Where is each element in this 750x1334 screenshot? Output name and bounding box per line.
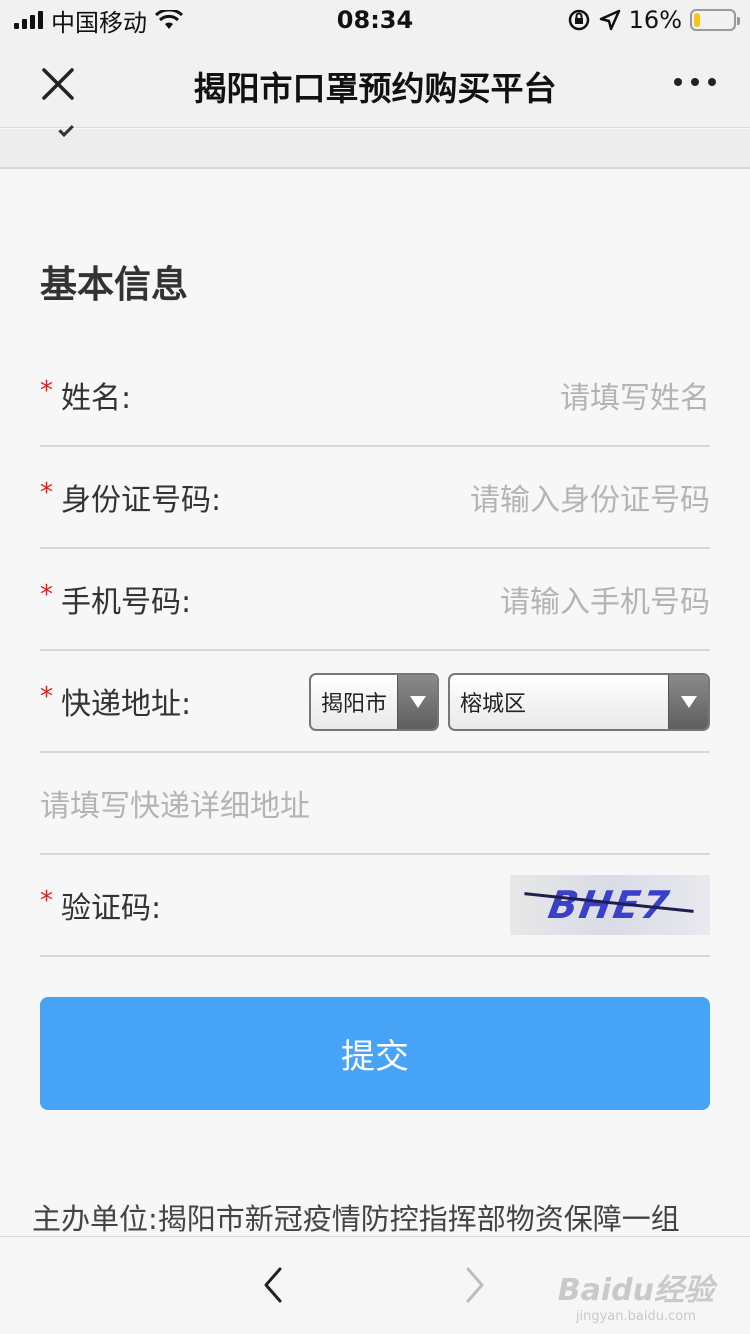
status-right: 16% — [567, 6, 740, 34]
district-select-value: 榕城区 — [460, 692, 527, 717]
more-icon[interactable] — [674, 78, 716, 86]
watermark: Baidu经验 jingyan.baidu.com — [558, 1265, 714, 1324]
carrier-label: 中国移动 — [51, 8, 147, 37]
bottom-toolbar: Baidu经验 jingyan.baidu.com — [0, 1236, 750, 1334]
wifi-icon — [155, 10, 183, 29]
page-title: 揭阳市口罩预约购买平台 — [193, 69, 557, 108]
battery-level — [694, 13, 701, 27]
phone-label: 手机号码: — [61, 585, 192, 620]
battery-icon — [690, 9, 740, 31]
phone-row[interactable]: * 手机号码: 请输入手机号码 — [40, 549, 710, 651]
rotation-lock-icon — [568, 9, 589, 31]
organizer-text: 主办单位:揭阳市新冠疫情防控指挥部物资保障一组 — [32, 1202, 680, 1236]
signal-icon — [14, 11, 43, 29]
city-select[interactable]: 揭阳市 — [309, 673, 439, 731]
header-strip — [0, 121, 750, 169]
name-label: 姓名: — [61, 381, 132, 416]
chevron-down-icon — [668, 675, 708, 729]
battery-percent: 16% — [628, 6, 682, 34]
address-detail-row[interactable]: 请填写快递详细地址 — [40, 753, 710, 855]
watermark-main: Baidu经验 — [557, 1273, 714, 1308]
captcha-row: * 验证码: BHE7 — [40, 855, 710, 957]
name-row[interactable]: * 姓名: 请填写姓名 — [40, 345, 710, 447]
watermark-sub: jingyan.baidu.com — [575, 1309, 696, 1324]
id-number-input[interactable]: 请输入身份证号码 — [470, 475, 710, 519]
status-left: 中国移动 — [14, 3, 183, 38]
address-label: 快递地址: — [61, 687, 192, 722]
id-number-row[interactable]: * 身份证号码: 请输入身份证号码 — [40, 447, 710, 549]
captcha-image[interactable]: BHE7 — [510, 875, 710, 935]
id-number-label: 身份证号码: — [61, 483, 222, 518]
district-select[interactable]: 榕城区 — [448, 673, 710, 731]
required-mark: * — [40, 682, 53, 712]
required-mark: * — [40, 478, 53, 508]
chevron-right-icon[interactable] — [460, 1265, 490, 1305]
address-detail-input[interactable]: 请填写快递详细地址 — [40, 781, 310, 825]
chevron-left-icon[interactable] — [258, 1265, 288, 1305]
submit-button[interactable]: 提交 — [40, 997, 710, 1110]
name-input[interactable]: 请填写姓名 — [560, 373, 710, 417]
form-content: 基本信息 * 姓名: 请填写姓名 * 身份证号码: 请输入身份证号码 * 手机号… — [0, 170, 750, 1236]
status-bar: 中国移动 08:34 16% — [0, 0, 750, 40]
required-mark: * — [40, 886, 53, 916]
nav-bar: 揭阳市口罩预约购买平台 — [0, 40, 750, 128]
city-select-value: 揭阳市 — [321, 692, 388, 717]
phone-input[interactable]: 请输入手机号码 — [500, 577, 710, 621]
location-icon — [599, 9, 620, 31]
section-title: 基本信息 — [40, 263, 188, 306]
address-row: * 快递地址: 揭阳市 榕城区 — [40, 651, 710, 753]
required-mark: * — [40, 580, 53, 610]
required-mark: * — [40, 376, 53, 406]
chevron-down-icon — [397, 675, 437, 729]
captcha-label: 验证码: — [61, 891, 162, 926]
